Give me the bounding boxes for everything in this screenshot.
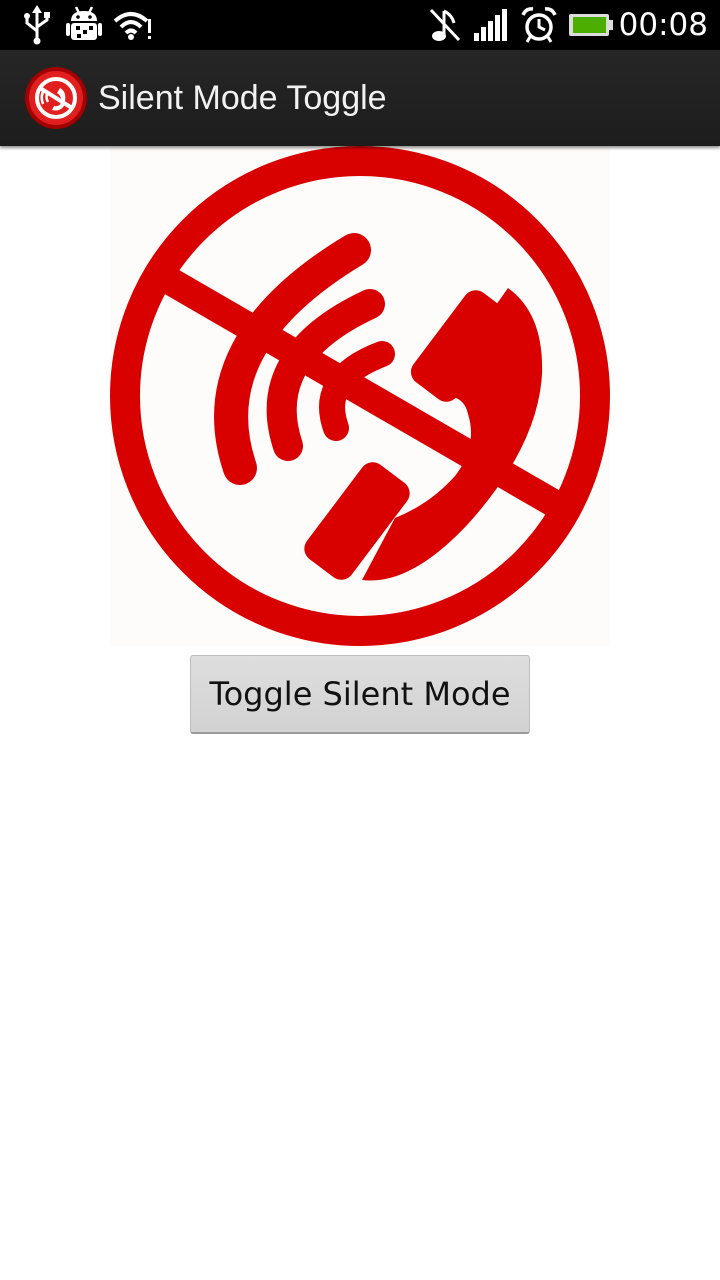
signal-icon: [472, 5, 510, 45]
status-bar: 00:08: [0, 0, 720, 50]
app-title: Silent Mode Toggle: [98, 79, 387, 117]
android-debug-icon: [66, 5, 102, 45]
status-clock: 00:08: [618, 7, 708, 43]
silent-phone-app-icon: [24, 66, 88, 130]
usb-icon: [20, 5, 54, 45]
music-muted-icon: [428, 5, 462, 45]
wifi-icon: [113, 5, 153, 45]
screen: 00:08 Silent Mode Toggle Toggle Silent M…: [0, 0, 720, 1280]
battery-icon: [568, 5, 616, 45]
toggle-silent-mode-button[interactable]: Toggle Silent Mode: [190, 655, 530, 734]
action-bar: Silent Mode Toggle: [0, 50, 720, 146]
silent-phone-icon: [110, 146, 610, 646]
alarm-icon: [520, 5, 558, 45]
